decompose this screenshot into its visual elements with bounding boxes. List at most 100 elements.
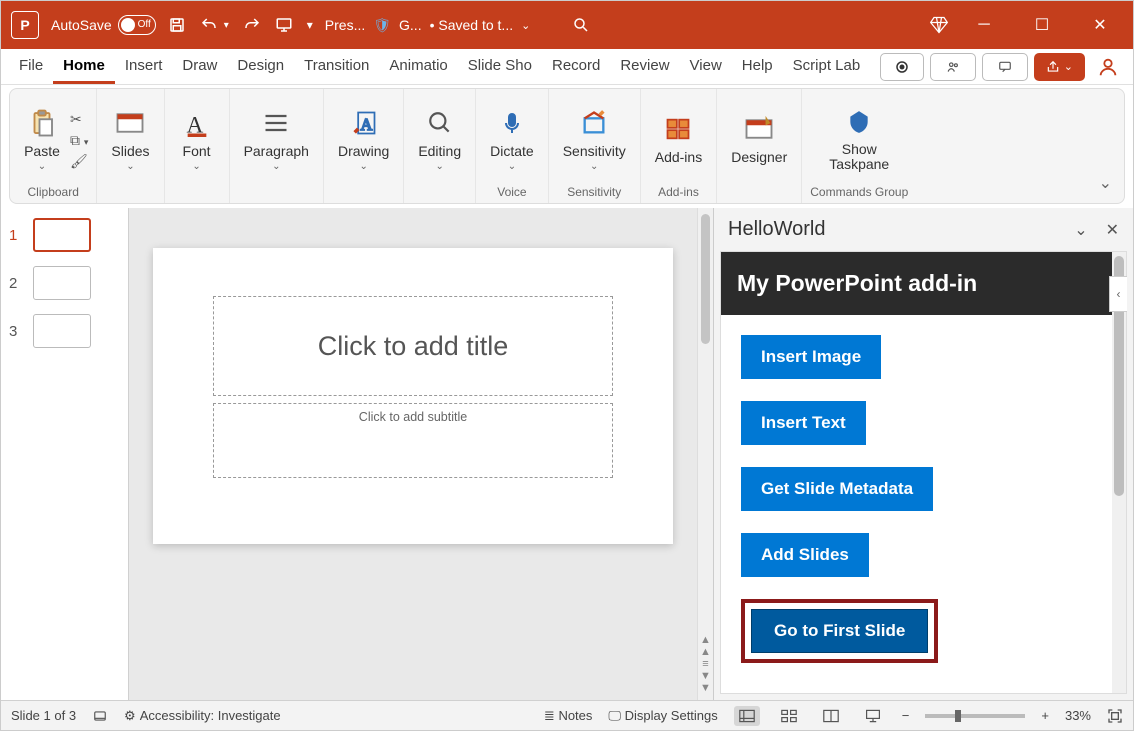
- accessibility-status[interactable]: ⚙Accessibility: Investigate: [124, 708, 281, 724]
- group-designer: Designer: [717, 89, 802, 203]
- taskpane-scrollbar[interactable]: [1112, 252, 1126, 693]
- tab-home[interactable]: Home: [53, 49, 115, 84]
- taskpane-menu-icon[interactable]: ⌄: [1074, 220, 1087, 240]
- svg-text:A: A: [360, 115, 372, 134]
- save-state[interactable]: • Saved to t...: [430, 17, 514, 33]
- thumb-2[interactable]: 2: [9, 266, 120, 300]
- svg-text:A: A: [186, 112, 203, 137]
- cut-icon[interactable]: ✂: [70, 111, 88, 128]
- group-commands: ShowTaskpane Commands Group: [802, 89, 916, 203]
- tab-review[interactable]: Review: [610, 49, 679, 84]
- zoom-slider[interactable]: [925, 714, 1025, 718]
- undo-dropdown-icon[interactable]: ▾: [224, 20, 229, 31]
- copy-icon[interactable]: ⧉ ▾: [70, 132, 88, 149]
- show-taskpane-button[interactable]: ShowTaskpane: [823, 102, 895, 175]
- sorter-view-icon[interactable]: [776, 706, 802, 726]
- reading-view-icon[interactable]: [818, 706, 844, 726]
- confidentiality-label[interactable]: G...: [399, 17, 422, 33]
- language-icon[interactable]: [92, 709, 108, 723]
- taskpane-close-icon[interactable]: ✕: [1106, 220, 1119, 240]
- redo-icon[interactable]: [243, 16, 261, 34]
- tab-insert[interactable]: Insert: [115, 49, 173, 84]
- search-icon[interactable]: [572, 16, 590, 34]
- paste-button[interactable]: Paste ⌄: [18, 103, 66, 174]
- save-state-dropdown-icon[interactable]: ⌄: [521, 19, 530, 32]
- tab-animations[interactable]: Animatio: [379, 49, 457, 84]
- btn-insert-text[interactable]: Insert Text: [741, 401, 866, 445]
- designer-button[interactable]: Designer: [725, 109, 793, 167]
- app-icon: P: [11, 11, 39, 39]
- ribbon: Paste ⌄ ✂ ⧉ ▾ 🖌 Clipboard Slides ⌄ A Fon…: [9, 88, 1125, 204]
- doc-name[interactable]: Pres...: [325, 17, 365, 33]
- save-icon[interactable]: [168, 16, 186, 34]
- toggle-switch[interactable]: Off: [118, 15, 156, 35]
- teams-button[interactable]: [930, 53, 976, 81]
- tab-help[interactable]: Help: [732, 49, 783, 84]
- paragraph-button[interactable]: Paragraph ⌄: [238, 103, 315, 174]
- minimize-button[interactable]: ─: [961, 9, 1007, 41]
- quick-access-toolbar: ▾ ▾: [168, 16, 313, 34]
- share-button[interactable]: ⌄: [1034, 53, 1085, 81]
- task-pane: HelloWorld ⌄ ✕ My PowerPoint add-in Inse…: [713, 208, 1133, 700]
- taskpane-collapse-tab[interactable]: ‹: [1109, 276, 1127, 312]
- thumb-1[interactable]: 1: [9, 218, 120, 252]
- dictate-button[interactable]: Dictate ⌄: [484, 103, 540, 174]
- slideshow-view-icon[interactable]: [860, 706, 886, 726]
- taskpane-content: My PowerPoint add-in Insert Image Insert…: [721, 252, 1112, 693]
- chevron-down-icon: ⌄: [38, 161, 46, 172]
- canvas-scrollbar[interactable]: ▲▲≡▼▼: [697, 208, 713, 700]
- normal-view-icon[interactable]: [734, 706, 760, 726]
- tab-design[interactable]: Design: [227, 49, 294, 84]
- tab-draw[interactable]: Draw: [172, 49, 227, 84]
- btn-get-slide-metadata[interactable]: Get Slide Metadata: [741, 467, 933, 511]
- group-paragraph: Paragraph ⌄: [230, 89, 324, 203]
- display-settings-button[interactable]: 🖵 Display Settings: [608, 708, 717, 724]
- format-painter-icon[interactable]: 🖌: [70, 153, 88, 170]
- sensitivity-button[interactable]: Sensitivity ⌄: [557, 103, 632, 174]
- addins-button[interactable]: Add-ins: [649, 109, 708, 167]
- slide-canvas[interactable]: Click to add title Click to add subtitle: [129, 208, 697, 700]
- account-icon[interactable]: [1097, 56, 1119, 78]
- undo-icon[interactable]: [200, 16, 218, 34]
- btn-go-to-first-slide-highlighted[interactable]: Go to First Slide: [741, 599, 938, 663]
- zoom-out-icon[interactable]: −: [902, 708, 910, 723]
- tab-view[interactable]: View: [680, 49, 732, 84]
- drawing-button[interactable]: A Drawing ⌄: [332, 103, 395, 174]
- slide[interactable]: Click to add title Click to add subtitle: [153, 248, 673, 544]
- close-button[interactable]: ✕: [1077, 9, 1123, 41]
- ribbon-tabs: File Home Insert Draw Design Transition …: [1, 49, 1133, 85]
- diamond-icon[interactable]: [929, 15, 949, 35]
- taskpane-header: HelloWorld ⌄ ✕: [714, 208, 1133, 251]
- tab-file[interactable]: File: [9, 49, 53, 84]
- notes-button[interactable]: ≣ Notes: [544, 708, 592, 724]
- tab-slideshow[interactable]: Slide Sho: [458, 49, 542, 84]
- tab-record[interactable]: Record: [542, 49, 610, 84]
- editing-button[interactable]: Editing ⌄: [412, 103, 467, 174]
- autosave-label: AutoSave: [51, 17, 112, 33]
- group-clipboard: Paste ⌄ ✂ ⧉ ▾ 🖌 Clipboard: [10, 89, 97, 203]
- collapse-ribbon-icon[interactable]: ⌄: [1099, 173, 1112, 193]
- tab-transitions[interactable]: Transition: [294, 49, 379, 84]
- btn-add-slides[interactable]: Add Slides: [741, 533, 869, 577]
- subtitle-placeholder[interactable]: Click to add subtitle: [213, 403, 613, 478]
- zoom-in-icon[interactable]: +: [1041, 708, 1049, 723]
- autosave-toggle[interactable]: AutoSave Off: [51, 15, 156, 35]
- group-slides: Slides ⌄: [97, 89, 164, 203]
- title-placeholder[interactable]: Click to add title: [213, 296, 613, 396]
- tab-scriptlab[interactable]: Script Lab: [783, 49, 871, 84]
- btn-insert-image[interactable]: Insert Image: [741, 335, 881, 379]
- fit-window-icon[interactable]: [1107, 708, 1123, 724]
- comments-button[interactable]: [982, 53, 1028, 81]
- thumb-3[interactable]: 3: [9, 314, 120, 348]
- group-addins: Add-ins Add-ins: [641, 89, 717, 203]
- shield-icon[interactable]: 🛡: [373, 17, 391, 34]
- record-button[interactable]: [880, 53, 924, 81]
- present-icon[interactable]: [275, 16, 293, 34]
- slides-button[interactable]: Slides ⌄: [105, 103, 155, 174]
- qat-dropdown-icon[interactable]: ▾: [307, 18, 313, 32]
- font-button[interactable]: A Font ⌄: [173, 103, 221, 174]
- maximize-button[interactable]: ☐: [1019, 9, 1065, 41]
- zoom-percent[interactable]: 33%: [1065, 708, 1091, 723]
- status-bar: Slide 1 of 3 ⚙Accessibility: Investigate…: [1, 700, 1133, 730]
- slide-counter[interactable]: Slide 1 of 3: [11, 708, 76, 723]
